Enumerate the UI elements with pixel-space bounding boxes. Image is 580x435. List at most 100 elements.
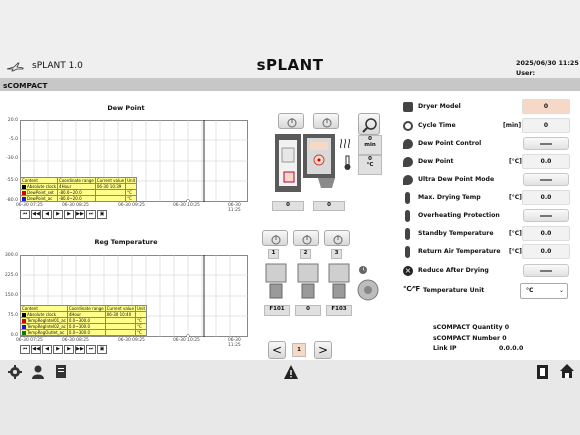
legend-name-cell: TempRegIntel01_ac	[20, 317, 68, 324]
step-back-icon[interactable]: ◀	[42, 210, 52, 219]
overheating-protection-toggle[interactable]	[523, 209, 569, 222]
last-icon[interactable]: ⏭	[86, 345, 96, 354]
legend-name-cell: DewPoint_ac	[19, 195, 59, 202]
zoom-icon[interactable]: ▣	[97, 210, 107, 219]
setting-label: Standby Temperature	[418, 230, 494, 237]
legend-swatch	[22, 191, 26, 195]
rewind-icon[interactable]: ◀◀	[31, 345, 41, 354]
home-icon[interactable]	[559, 363, 575, 379]
setting-row-cycle-time: Cycle Time [min] 0	[403, 118, 578, 134]
fan-status-icon	[358, 260, 368, 274]
power-button-1[interactable]	[278, 113, 304, 129]
temp-unit-swap-icon: ℃⁄℉	[403, 285, 421, 293]
dryer-model-value[interactable]: 0	[522, 99, 570, 114]
legend-header: Current value	[104, 305, 136, 312]
dew-legend-table: Content Coordinate range Current value Unit…	[19, 177, 138, 202]
legend-name-cell: Absolute clock	[19, 183, 59, 190]
blower-label-3: 3	[331, 249, 342, 259]
search-settings-button[interactable]	[358, 113, 380, 135]
power-button-2[interactable]	[313, 113, 339, 129]
fast-forward-icon[interactable]: ▶▶	[75, 210, 85, 219]
thermometer-up-icon	[405, 192, 410, 204]
x-tick: 06-30 08:25	[62, 203, 89, 208]
document-edit-icon[interactable]	[54, 364, 70, 380]
legend-swatch	[22, 185, 26, 189]
legend-range: 0.0~300.0	[66, 329, 106, 336]
section-header: sCOMPACT	[0, 79, 580, 91]
info-row-quantity: sCOMPACT Quantity 0	[433, 324, 509, 331]
legend-name: DewPoint_ac	[27, 196, 53, 201]
max-drying-temp-value[interactable]: 0.0	[522, 190, 570, 205]
ultra-dew-point-toggle[interactable]	[523, 173, 569, 186]
setting-label: Dew Point Control	[418, 140, 482, 147]
step-forward-icon[interactable]: ▶	[64, 210, 74, 219]
last-icon[interactable]: ⏭	[86, 210, 96, 219]
valve-label-1: F101	[264, 305, 290, 316]
legend-name: TempRegIntel02_ac	[27, 324, 66, 329]
thermometer-return-icon	[405, 246, 410, 258]
dew-point-value[interactable]: 0.0	[522, 154, 570, 169]
legend-value: 06-30 10:39	[94, 183, 127, 190]
blower-power-button-1[interactable]	[262, 230, 288, 246]
info-label: Link IP	[433, 345, 457, 352]
x-tick: 06-30 11:25	[228, 338, 241, 348]
setting-label: Dryer Model	[418, 103, 461, 110]
x-tick: 06-30 09:25	[118, 203, 145, 208]
settings-gear-icon[interactable]	[6, 364, 24, 380]
user-settings-icon[interactable]	[30, 364, 48, 380]
cursor-marker[interactable]	[186, 199, 190, 203]
legend-name-cell: DewPoint_set	[19, 189, 59, 196]
setting-row-dew-point: Dew Point [°C] 0.0	[403, 154, 578, 170]
valve-label-2: 0	[295, 305, 321, 316]
blower-power-button-3[interactable]	[324, 230, 350, 246]
prev-page-button[interactable]: <	[268, 341, 286, 359]
legend-name: Absolute clock	[27, 184, 57, 189]
reduce-after-drying-toggle[interactable]	[523, 264, 569, 277]
close-circle-icon: ×	[403, 266, 413, 276]
alarm-warning-icon[interactable]	[283, 364, 299, 380]
setting-row-temperature-unit: ℃⁄℉ Temperature Unit °C ⌄	[403, 283, 578, 299]
first-icon[interactable]: ⏮	[20, 210, 30, 219]
exit-door-icon[interactable]	[535, 364, 551, 380]
fast-forward-icon[interactable]: ▶▶	[75, 345, 85, 354]
x-tick: 06-30 10:25	[173, 203, 200, 208]
play-icon[interactable]: ▶	[53, 210, 63, 219]
y-tick: 300.0	[4, 253, 18, 258]
setting-row-standby-temp: Standby Temperature [°C] 0.0	[403, 226, 578, 242]
hopper-value-2: 0	[313, 201, 345, 211]
legend-swatch	[22, 319, 26, 323]
legend-unit: °C	[125, 195, 138, 202]
step-forward-icon[interactable]: ▶	[64, 345, 74, 354]
rewind-icon[interactable]: ◀◀	[31, 210, 41, 219]
standby-temp-value[interactable]: 0.0	[522, 226, 570, 241]
step-back-icon[interactable]: ◀	[42, 345, 52, 354]
legend-name-cell: TempRegIntel02_ac	[20, 323, 68, 330]
setting-row-max-drying-temp: Max. Drying Temp [°C] 0.0	[403, 190, 578, 206]
setting-label: Cycle Time	[418, 122, 456, 129]
info-row-number: sCOMPACT Number 0	[433, 335, 507, 342]
legend-swatch	[22, 197, 26, 201]
zoom-icon[interactable]: ▣	[97, 345, 107, 354]
next-page-button[interactable]: >	[314, 341, 332, 359]
return-air-temp-value[interactable]: 0.0	[522, 244, 570, 259]
legend-header: Unit	[134, 305, 148, 312]
x-tick: 06-30 07:25	[16, 203, 43, 208]
play-icon[interactable]: ▶	[53, 345, 63, 354]
cycle-time-value[interactable]: 0	[522, 118, 570, 133]
blower-power-button-2[interactable]	[293, 230, 319, 246]
x-tick: 06-30 08:25	[62, 338, 89, 343]
select-value: °C	[526, 287, 534, 294]
first-icon[interactable]: ⏮	[20, 345, 30, 354]
dew-point-control-toggle[interactable]	[523, 137, 569, 150]
cursor-marker[interactable]	[186, 334, 190, 338]
setting-row-ultra-dew-point: Ultra Dew Point Mode	[403, 172, 578, 188]
power-icon	[322, 118, 332, 128]
thermometer-icon	[343, 155, 353, 171]
temperature-unit-select[interactable]: °C ⌄	[520, 283, 568, 299]
droplet-star-icon	[403, 175, 413, 185]
reg-legend-table: Content Coordinate range Current value Unit…	[20, 305, 148, 336]
legend-row: DewPoint_ac -80.0~20.0 °C	[19, 195, 138, 202]
setting-row-overheating: Overheating Protection	[403, 208, 578, 224]
setting-label: Dew Point	[418, 158, 454, 165]
legend-swatch	[22, 325, 26, 329]
